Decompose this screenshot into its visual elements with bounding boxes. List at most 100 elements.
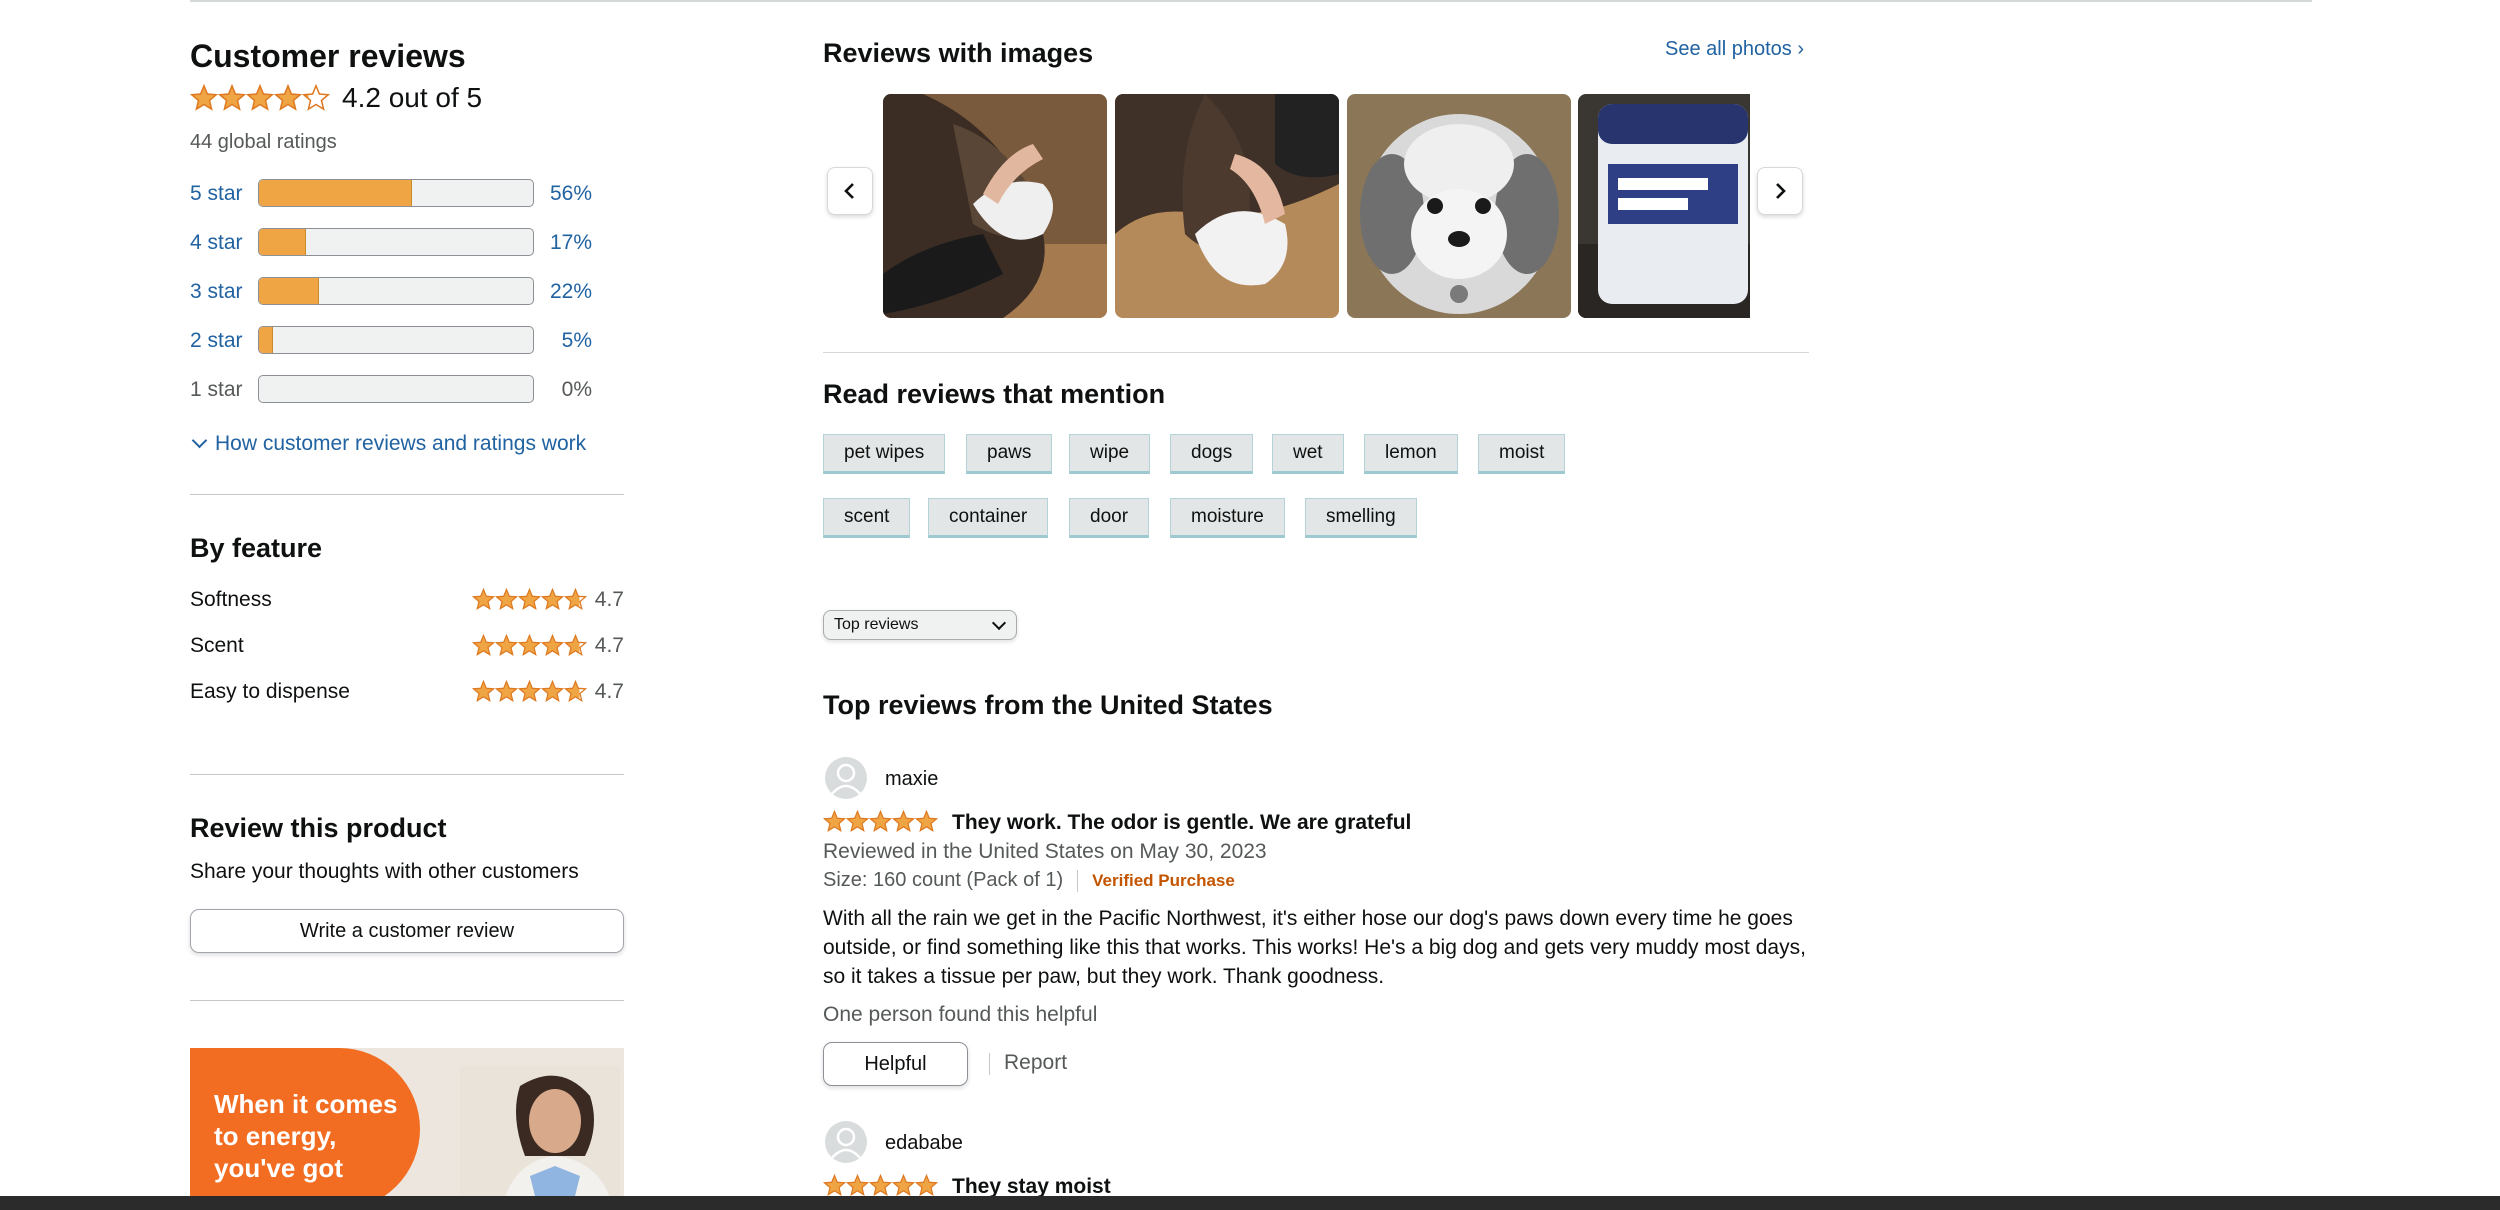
review-size[interactable]: Size: 160 count (Pack of 1) <box>823 869 1063 892</box>
histogram-percent: 22% <box>549 280 592 303</box>
star-icon <box>541 634 564 657</box>
mention-chip[interactable]: pet wipes <box>823 434 946 474</box>
feature-rating-row: Scent 4.7 <box>190 632 624 660</box>
sponsored-ad[interactable]: When it comes to energy, you've got <box>190 1048 624 1210</box>
see-all-photos-link[interactable]: See all photos › <box>1665 38 1804 61</box>
carousel-next-button[interactable] <box>1757 167 1803 215</box>
histogram-bar-fill <box>259 278 320 304</box>
histogram-bar <box>258 326 534 354</box>
section-divider <box>190 494 624 495</box>
star-icon <box>274 84 302 111</box>
histogram-row[interactable]: 2 star 5% <box>190 326 620 358</box>
user-avatar-icon <box>825 757 867 799</box>
mention-chip[interactable]: dogs <box>1170 434 1254 474</box>
review-photo-hand-wiping-paw <box>1115 94 1339 318</box>
histogram-bar <box>258 179 534 207</box>
sort-selected-value: Top reviews <box>834 616 919 633</box>
review-size-line: Size: 160 count (Pack of 1) Verified Pur… <box>823 869 1235 892</box>
mention-chip[interactable]: moist <box>1478 434 1566 474</box>
star-icon <box>869 810 892 833</box>
review-title[interactable]: They work. The odor is gentle. We are gr… <box>952 811 1411 835</box>
feature-value: 4.7 <box>594 634 624 657</box>
star-icon <box>302 84 330 111</box>
feature-stars <box>472 680 587 703</box>
review-image-thumbnail[interactable] <box>883 94 1107 318</box>
histogram-row[interactable]: 5 star 56% <box>190 179 620 211</box>
helpful-button[interactable]: Helpful <box>823 1042 968 1086</box>
global-ratings-count: 44 global ratings <box>190 131 337 153</box>
histogram-percent: 56% <box>549 182 592 205</box>
by-feature-title: By feature <box>190 533 323 563</box>
mention-chip[interactable]: scent <box>823 498 911 538</box>
star-icon <box>915 1174 938 1197</box>
window-bottom-edge <box>0 1196 2500 1210</box>
star-icon <box>518 588 541 611</box>
feature-value: 4.7 <box>594 680 624 703</box>
write-review-button[interactable]: Write a customer review <box>190 909 624 953</box>
feature-label: Softness <box>190 588 272 611</box>
review-stars <box>823 1174 938 1197</box>
mention-chip[interactable]: paws <box>966 434 1053 474</box>
star-icon <box>472 634 495 657</box>
review-image-thumbnail[interactable] <box>1115 94 1339 318</box>
star-icon <box>823 1174 846 1197</box>
how-reviews-work-label: How customer reviews and ratings work <box>215 432 587 455</box>
histogram-row[interactable]: 4 star 17% <box>190 228 620 260</box>
average-rating-text: 4.2 out of 5 <box>342 82 483 113</box>
mention-chip[interactable]: lemon <box>1364 434 1458 474</box>
histogram-bar-fill <box>259 327 273 353</box>
histogram-star-label: 5 star <box>190 182 243 205</box>
star-icon <box>892 1174 915 1197</box>
review-date: Reviewed in the United States on May 30,… <box>823 840 1267 863</box>
ad-person-image <box>460 1066 620 1210</box>
review-image-thumbnail[interactable] <box>1347 94 1571 318</box>
mention-chip[interactable]: wipe <box>1069 434 1151 474</box>
section-divider <box>823 352 1809 353</box>
histogram-row[interactable]: 3 star 22% <box>190 277 620 309</box>
feature-rating-row: Easy to dispense 4.7 <box>190 678 624 706</box>
review-photo-white-dog <box>1347 94 1571 318</box>
star-icon <box>472 588 495 611</box>
review-photo-hand-wiping-dog <box>883 94 1107 318</box>
average-rating-stars <box>190 84 330 112</box>
star-icon <box>218 84 246 111</box>
star-icon <box>915 810 938 833</box>
customer-reviews-title: Customer reviews <box>190 38 466 74</box>
star-icon <box>846 1174 869 1197</box>
sort-dropdown[interactable]: Top reviews <box>823 610 1017 640</box>
chevron-left-icon <box>844 183 854 199</box>
reviewer-name[interactable]: maxie <box>885 768 938 791</box>
chevron-right-icon <box>1776 183 1786 199</box>
mention-chip[interactable]: wet <box>1272 434 1344 474</box>
mention-chip[interactable]: door <box>1069 498 1150 538</box>
histogram-bar <box>258 228 534 256</box>
star-icon <box>541 588 564 611</box>
carousel-prev-button[interactable] <box>827 167 873 215</box>
review-product-title: Review this product <box>190 813 447 843</box>
separator <box>989 1053 990 1075</box>
histogram-star-label: 1 star <box>190 378 243 401</box>
read-reviews-mention-title: Read reviews that mention <box>823 379 1166 409</box>
mention-chip[interactable]: container <box>928 498 1049 538</box>
review-image-thumbnail[interactable] <box>1578 94 1750 318</box>
mention-chip[interactable]: smelling <box>1305 498 1417 538</box>
top-divider <box>190 0 2312 2</box>
reviewer-name[interactable]: edababe <box>885 1132 963 1155</box>
report-link[interactable]: Report <box>1004 1051 1067 1075</box>
see-all-photos-label: See all photos <box>1665 38 1792 60</box>
how-reviews-work-link[interactable]: How customer reviews and ratings work <box>190 432 586 456</box>
feature-rating-row: Softness 4.7 <box>190 586 624 614</box>
star-icon <box>564 680 587 703</box>
star-icon <box>564 634 587 657</box>
review-product-subtitle: Share your thoughts with other customers <box>190 860 579 883</box>
histogram-percent: 0% <box>561 378 592 401</box>
histogram-star-label: 4 star <box>190 231 243 254</box>
star-icon <box>869 1174 892 1197</box>
star-icon <box>495 634 518 657</box>
histogram-bar <box>258 277 534 305</box>
user-avatar-icon <box>825 1121 867 1163</box>
mention-chip[interactable]: moisture <box>1170 498 1285 538</box>
feature-label: Easy to dispense <box>190 680 350 703</box>
star-icon <box>564 588 587 611</box>
star-icon <box>246 84 274 111</box>
